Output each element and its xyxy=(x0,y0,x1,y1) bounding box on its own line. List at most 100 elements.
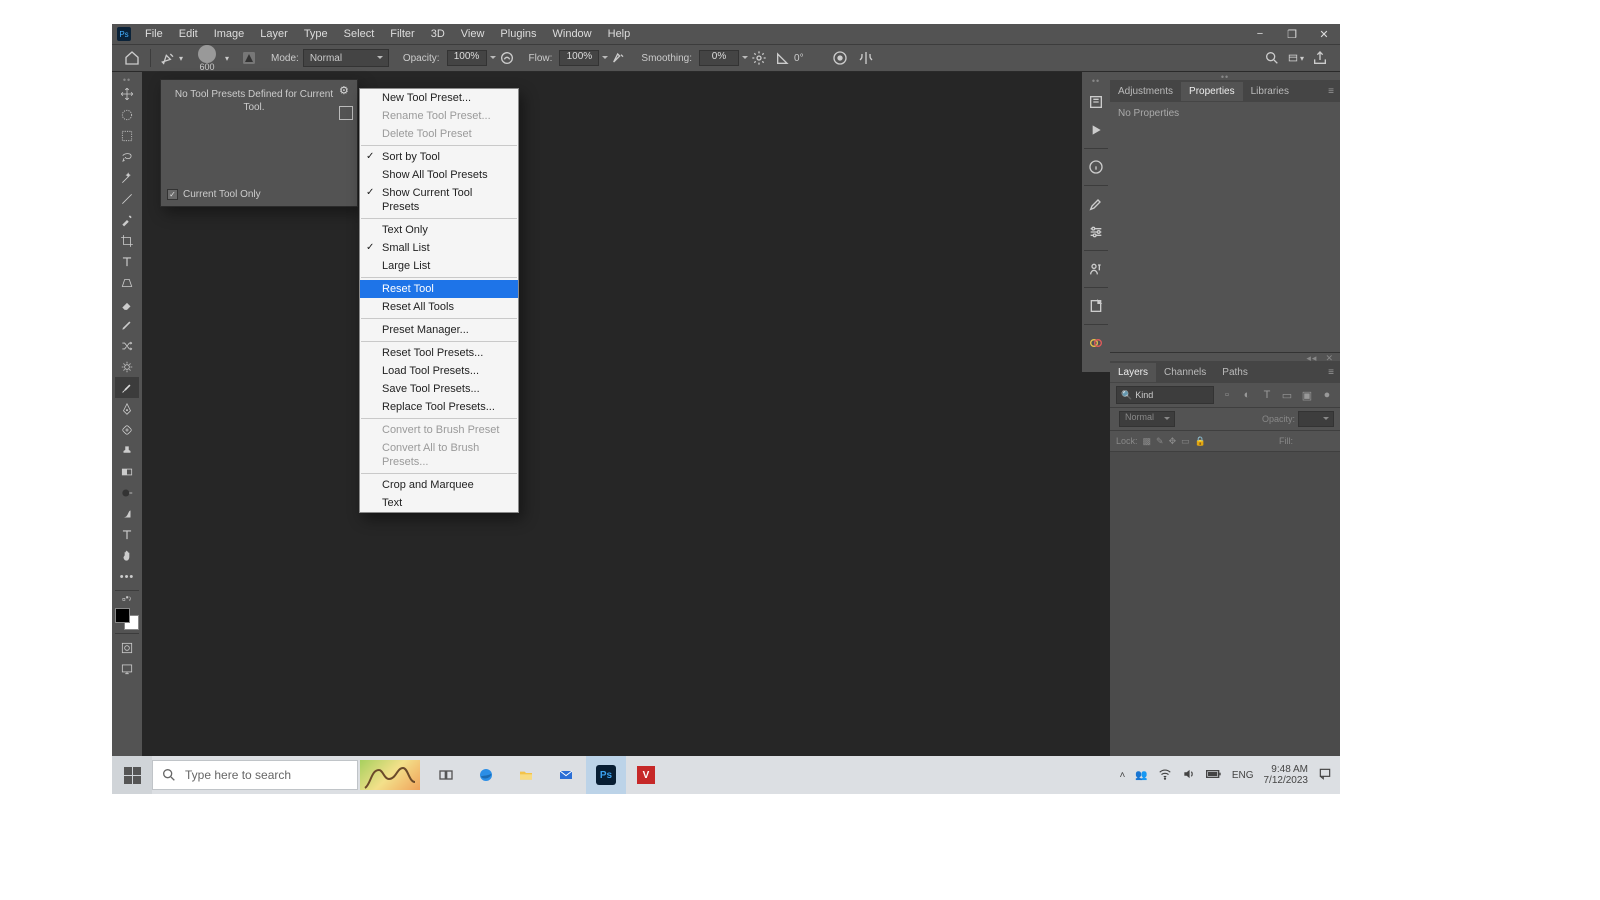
tray-people-icon[interactable]: 👥 xyxy=(1135,770,1147,781)
tool-line[interactable] xyxy=(115,188,139,209)
menu-layer[interactable]: Layer xyxy=(252,25,296,43)
airbrush-icon[interactable] xyxy=(611,50,627,66)
angle-value[interactable]: 0° xyxy=(794,53,804,64)
notes-panel-icon[interactable] xyxy=(1084,294,1108,318)
color-panel-icon[interactable] xyxy=(1084,331,1108,355)
toolbox-grip[interactable]: •• xyxy=(123,75,131,83)
color-swatches[interactable] xyxy=(115,608,139,630)
menu-filter[interactable]: Filter xyxy=(382,25,422,43)
taskbar-search[interactable]: Type here to search xyxy=(152,760,358,790)
photoshop-taskbar-icon[interactable]: Ps xyxy=(586,756,626,794)
filter-type-icon[interactable]: T xyxy=(1260,388,1274,402)
current-tool-only-checkbox[interactable]: ✓ Current Tool Only xyxy=(167,189,261,200)
menu-item-reset-tool-presets[interactable]: Reset Tool Presets... xyxy=(360,344,518,362)
tray-wifi-icon[interactable] xyxy=(1158,767,1172,784)
opacity-pressure-icon[interactable] xyxy=(499,50,515,66)
lock-position-icon[interactable]: ✥ xyxy=(1169,436,1177,447)
panel-grip[interactable]: •• xyxy=(1110,72,1340,80)
lock-brush-icon[interactable]: ✎ xyxy=(1156,436,1164,447)
tray-ime-label[interactable]: ENG xyxy=(1232,770,1254,781)
layer-opacity-input[interactable] xyxy=(1298,411,1334,427)
filter-image-icon[interactable]: ▫ xyxy=(1220,388,1234,402)
panel-grip[interactable]: ◂◂✕ xyxy=(1110,353,1340,361)
menu-window[interactable]: Window xyxy=(545,25,600,43)
menu-3d[interactable]: 3D xyxy=(423,25,453,43)
tool-type[interactable] xyxy=(115,251,139,272)
tray-chevron-icon[interactable]: ˄ xyxy=(1120,770,1126,781)
tool-move[interactable] xyxy=(115,83,139,104)
tool-marquee-ellipse[interactable] xyxy=(115,104,139,125)
edge-browser-icon[interactable] xyxy=(466,756,506,794)
menu-item-new-tool-preset[interactable]: New Tool Preset... xyxy=(360,89,518,107)
opacity-input[interactable]: 100% xyxy=(447,50,487,66)
smoothing-gear-icon[interactable] xyxy=(751,50,767,66)
tool-magic-wand[interactable] xyxy=(115,167,139,188)
tray-volume-icon[interactable] xyxy=(1182,767,1196,784)
tool-eraser[interactable] xyxy=(115,293,139,314)
sliders-panel-icon[interactable] xyxy=(1084,220,1108,244)
search-icon[interactable] xyxy=(1264,50,1280,66)
blend-mode-dropdown[interactable]: Normal xyxy=(303,49,389,67)
menu-item-sort-by-tool[interactable]: Sort by Tool xyxy=(360,148,518,166)
menu-item-reset-all-tools[interactable]: Reset All Tools xyxy=(360,298,518,316)
tool-dodge[interactable] xyxy=(115,482,139,503)
menu-item-small-list[interactable]: Small List xyxy=(360,239,518,257)
tool-shuffle[interactable] xyxy=(115,335,139,356)
tool-preset-picker[interactable]: ▾ xyxy=(157,48,187,68)
menu-item-text-only[interactable]: Text Only xyxy=(360,221,518,239)
layer-blend-dropdown[interactable]: Normal xyxy=(1119,411,1175,427)
workspace-switcher-icon[interactable]: ▾ xyxy=(1288,50,1304,66)
preset-gear-icon[interactable]: ⚙ xyxy=(339,84,353,98)
tab-adjustments[interactable]: Adjustments xyxy=(1110,82,1181,101)
tool-shape[interactable] xyxy=(115,503,139,524)
menu-select[interactable]: Select xyxy=(336,25,383,43)
start-button[interactable] xyxy=(112,756,152,794)
tool-marquee-rect[interactable] xyxy=(115,125,139,146)
panel-menu-icon[interactable]: ≡ xyxy=(1322,367,1340,378)
angle-icon[interactable] xyxy=(775,50,791,66)
home-button[interactable] xyxy=(120,48,144,68)
menu-plugins[interactable]: Plugins xyxy=(492,25,544,43)
tool-swap-colors[interactable] xyxy=(115,594,139,606)
tool-pencil[interactable] xyxy=(115,314,139,335)
layer-fill-input[interactable] xyxy=(1298,434,1334,448)
layers-list[interactable] xyxy=(1110,452,1340,774)
menu-item-show-all-tool-presets[interactable]: Show All Tool Presets xyxy=(360,166,518,184)
tool-screenmode[interactable] xyxy=(115,658,139,679)
tool-type-2[interactable] xyxy=(115,524,139,545)
layer-filter-kind[interactable]: 🔍 Kind xyxy=(1116,386,1214,404)
lock-pixels-icon[interactable]: ▩ xyxy=(1143,436,1152,447)
tray-battery-icon[interactable] xyxy=(1206,768,1222,783)
character-panel-icon[interactable] xyxy=(1084,257,1108,281)
tray-clock[interactable]: 9:48 AM 7/12/2023 xyxy=(1264,764,1309,786)
brush-preset-picker[interactable]: 600 xyxy=(191,43,223,74)
tool-perspective[interactable] xyxy=(115,272,139,293)
brush-settings-toggle[interactable] xyxy=(237,48,261,68)
symmetry-icon[interactable] xyxy=(858,50,874,66)
menu-item-reset-tool[interactable]: Reset Tool xyxy=(360,280,518,298)
tool-crop[interactable] xyxy=(115,230,139,251)
tool-lasso[interactable] xyxy=(115,146,139,167)
menu-type[interactable]: Type xyxy=(296,25,336,43)
tab-paths[interactable]: Paths xyxy=(1214,363,1256,382)
tool-healing[interactable] xyxy=(115,419,139,440)
menu-item-show-current-tool-presets[interactable]: Show Current Tool Presets xyxy=(360,184,518,216)
actions-panel-icon[interactable] xyxy=(1084,118,1108,142)
tool-gradient[interactable] xyxy=(115,461,139,482)
window-maximize-button[interactable]: ❐ xyxy=(1276,24,1308,44)
tool-gear[interactable] xyxy=(115,356,139,377)
tool-pen[interactable] xyxy=(115,398,139,419)
window-close-button[interactable]: ✕ xyxy=(1308,24,1340,44)
app-v-icon[interactable]: V xyxy=(626,756,666,794)
menu-file[interactable]: File xyxy=(137,25,171,43)
tool-quickmask[interactable] xyxy=(115,637,139,658)
menu-item-large-list[interactable]: Large List xyxy=(360,257,518,275)
history-panel-icon[interactable] xyxy=(1084,90,1108,114)
lock-artboard-icon[interactable]: ▭ xyxy=(1181,436,1190,447)
brush-panel-icon[interactable] xyxy=(1084,192,1108,216)
menu-help[interactable]: Help xyxy=(600,25,639,43)
tab-properties[interactable]: Properties xyxy=(1181,82,1243,101)
preset-new-icon[interactable] xyxy=(339,106,353,120)
tool-hand[interactable] xyxy=(115,545,139,566)
mail-icon[interactable] xyxy=(546,756,586,794)
